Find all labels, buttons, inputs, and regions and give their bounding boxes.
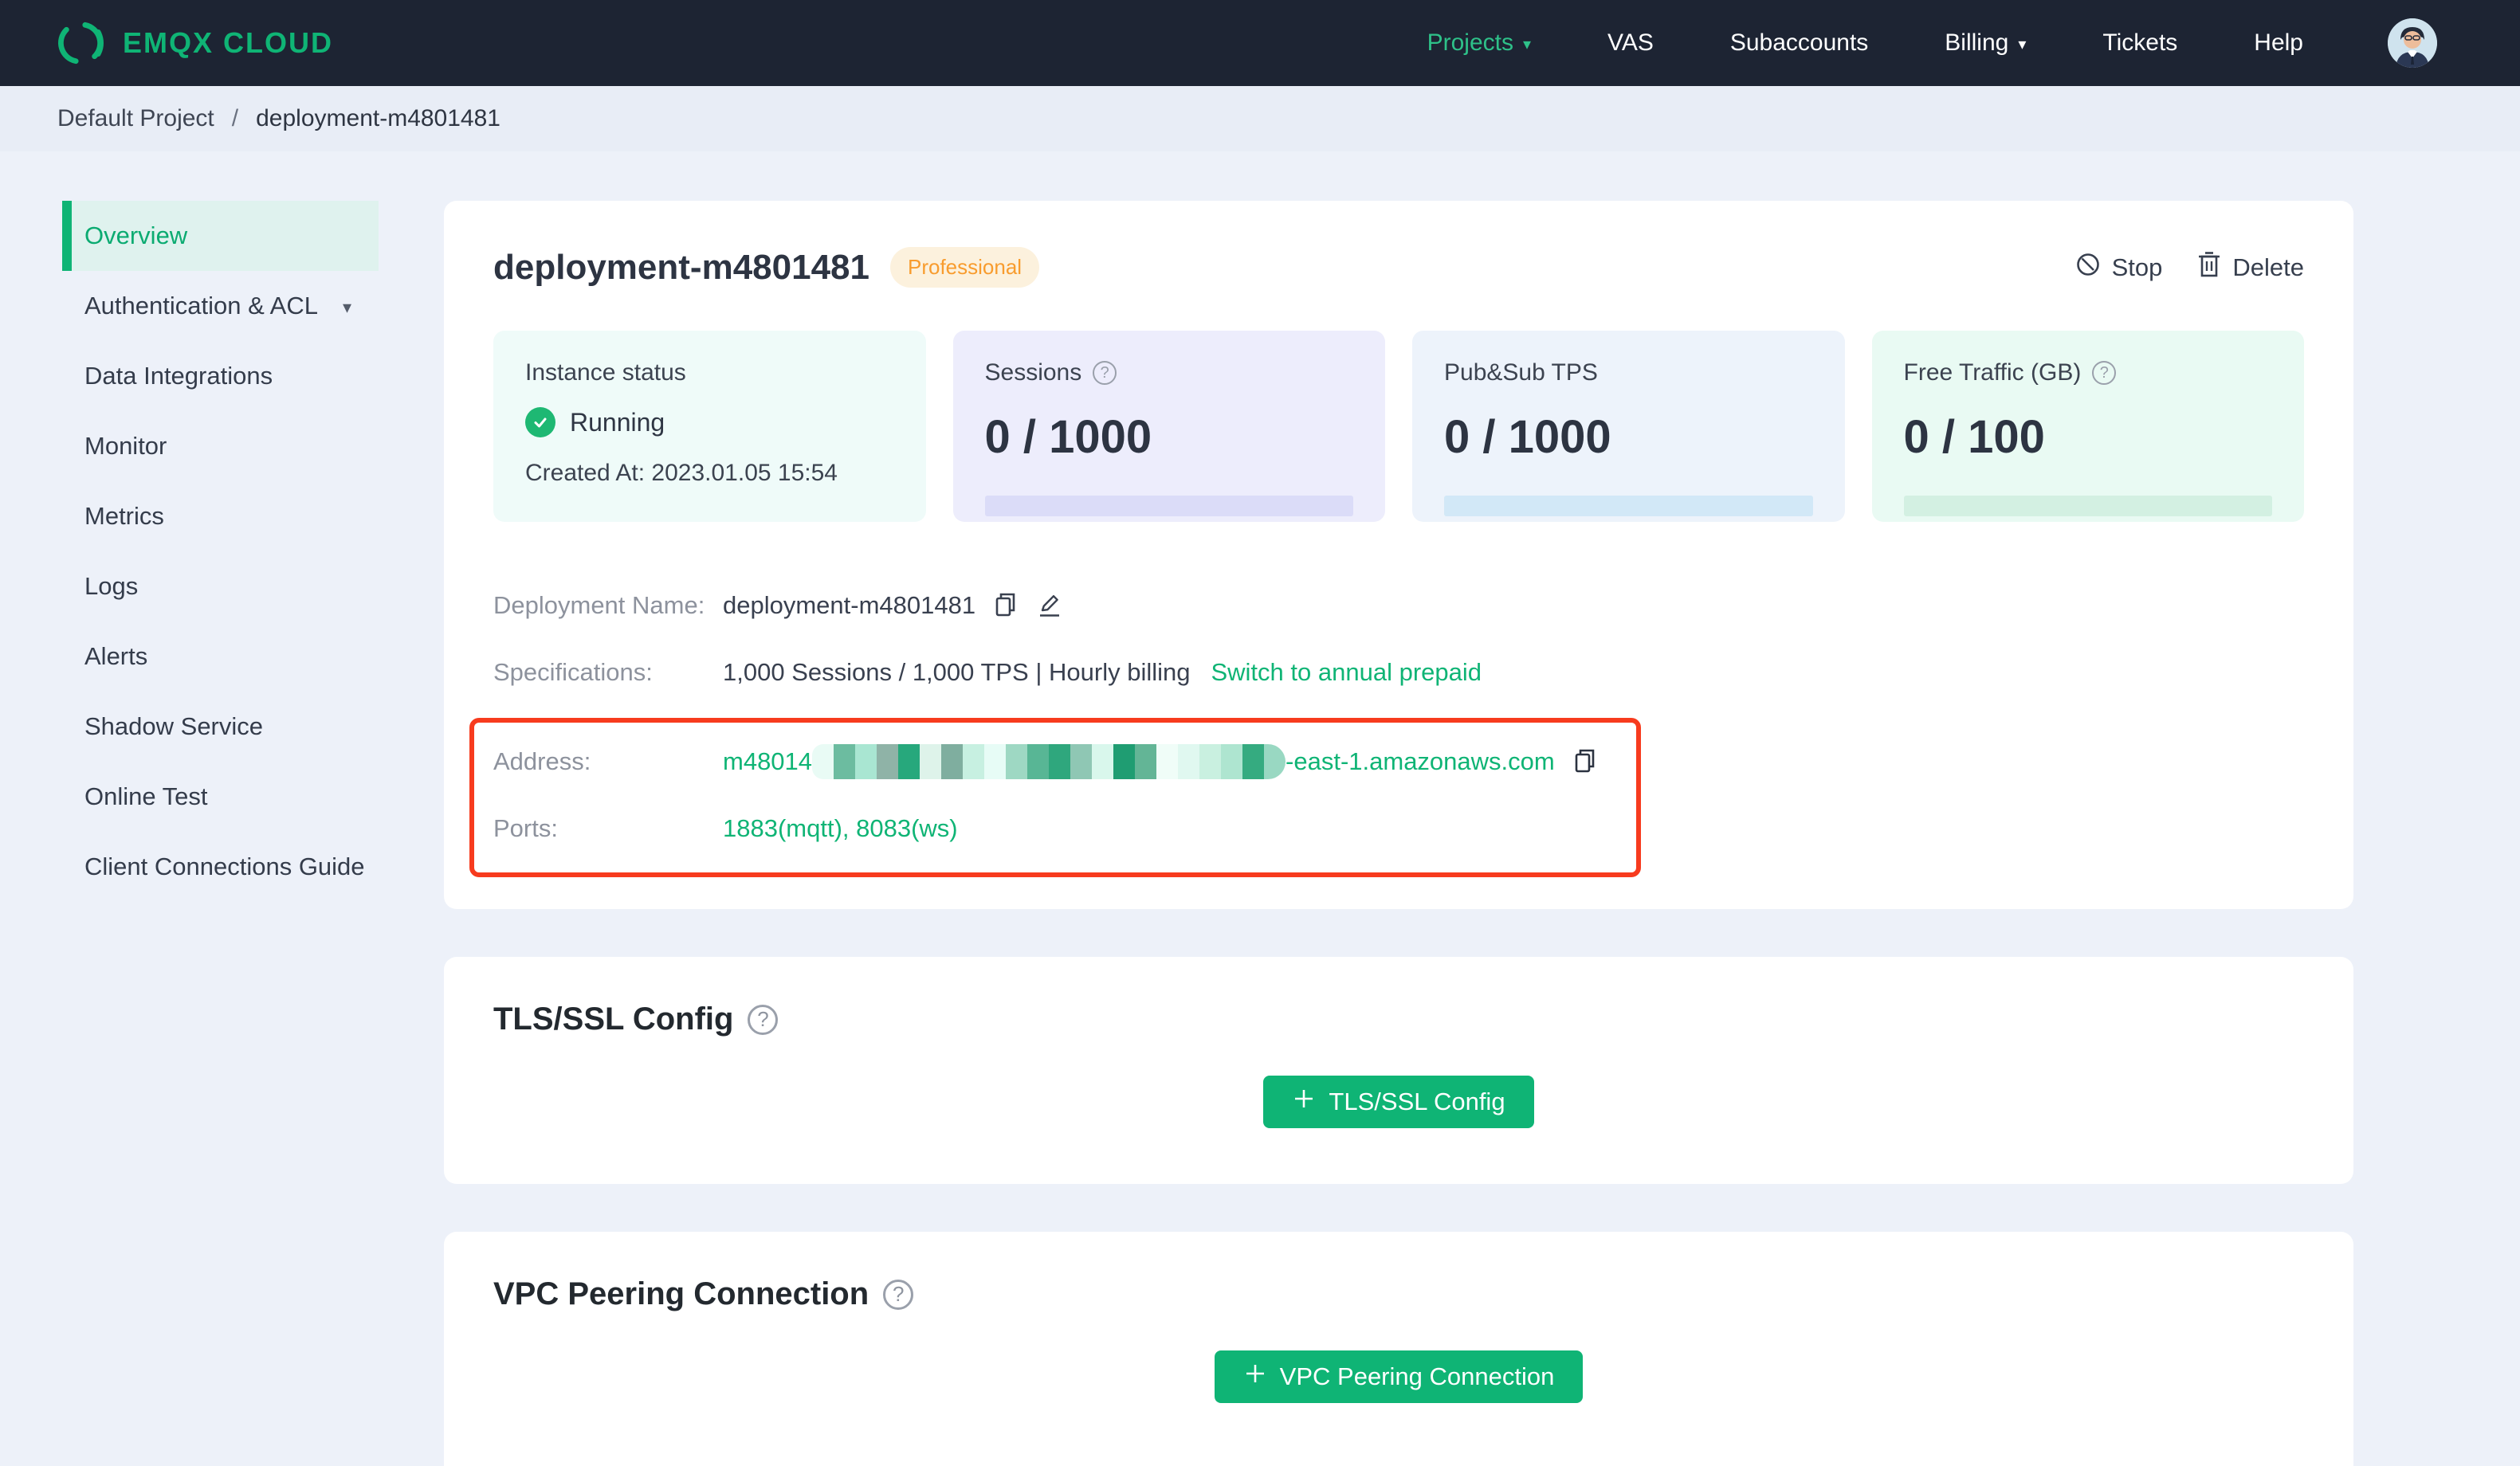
running-check-icon	[525, 407, 555, 437]
plus-icon	[1292, 1087, 1316, 1117]
traffic-help-icon[interactable]: ?	[2092, 361, 2117, 385]
address-label: Address:	[493, 747, 591, 775]
ports-label: Ports:	[493, 814, 558, 842]
trash-icon	[2197, 251, 2221, 284]
ports-value: 1883(mqtt), 8083(ws)	[723, 814, 958, 842]
sidebar-item-overview[interactable]: Overview	[62, 201, 379, 271]
address-redacted	[812, 744, 1286, 779]
deployment-name-value: deployment-m4801481	[723, 591, 976, 619]
nav-item-vas[interactable]: VAS	[1607, 29, 1654, 57]
breadcrumb: Default Project / deployment-m4801481	[0, 86, 2520, 151]
ports-row: Ports: 1883(mqtt), 8083(ws)	[493, 807, 1617, 850]
add-vpc-peering-button[interactable]: VPC Peering Connection	[1214, 1350, 1584, 1403]
top-navbar: EMQX CLOUD Projects ▾ VAS Subaccounts Bil…	[0, 0, 2520, 86]
tls-ssl-config-card: TLS/SSL Config ? TLS/SSL Config	[444, 957, 2353, 1184]
copy-address-button[interactable]	[1572, 747, 1598, 777]
sidebar-item-data-integrations[interactable]: Data Integrations	[62, 341, 379, 411]
traffic-progress-bar	[1903, 496, 2272, 516]
address-row: Address: m48014 -east-1.amazonaws.com	[493, 740, 1617, 783]
address-ports-highlight-box: Address: m48014 -east-1.amazonaws.com Po…	[469, 718, 1641, 877]
tps-value: 0 / 1000	[1444, 411, 1611, 463]
stat-card-sessions: Sessions ? 0 / 1000	[952, 331, 1385, 522]
sessions-title: Sessions	[984, 359, 1082, 386]
vpc-help-icon[interactable]: ?	[883, 1279, 914, 1310]
breadcrumb-current: deployment-m4801481	[256, 105, 500, 131]
sessions-progress-bar	[984, 496, 1353, 516]
address-prefix: m48014	[723, 747, 813, 775]
instance-status-title: Instance status	[525, 359, 686, 386]
vpc-peering-card: VPC Peering Connection ? VPC Peering Con…	[444, 1232, 2353, 1466]
tps-progress-bar	[1444, 496, 1813, 516]
deployment-info: Deployment Name: deployment-m4801481 Spe…	[469, 584, 2304, 877]
sidebar-item-monitor[interactable]: Monitor	[62, 411, 379, 481]
nav-item-help[interactable]: Help	[2254, 29, 2303, 57]
specifications-value: 1,000 Sessions / 1,000 TPS | Hourly bill…	[723, 658, 1191, 686]
sidebar-item-authentication-acl[interactable]: Authentication & ACL ▾	[62, 271, 379, 341]
sidebar-item-online-test[interactable]: Online Test	[62, 762, 379, 832]
sidebar: Overview Authentication & ACL ▾ Data Int…	[0, 151, 379, 902]
breadcrumb-project[interactable]: Default Project	[57, 105, 214, 132]
pencil-icon	[1036, 591, 1063, 621]
deployment-name-label: Deployment Name:	[493, 591, 705, 619]
copy-icon	[1572, 747, 1598, 777]
instance-status-value: Running	[570, 407, 665, 437]
brand-name: EMQX CLOUD	[123, 26, 334, 59]
sessions-help-icon[interactable]: ?	[1093, 361, 1117, 385]
user-avatar[interactable]	[2388, 18, 2437, 68]
plan-badge: Professional	[890, 247, 1040, 288]
tps-title: Pub&Sub TPS	[1444, 359, 1598, 386]
main-content: deployment-m4801481 Professional Stop De…	[444, 151, 2353, 1466]
emqx-logo[interactable]: EMQX CLOUD	[56, 18, 333, 68]
stat-card-instance-status: Instance status Running Created At: 2023…	[493, 331, 926, 522]
sidebar-item-client-connections-guide[interactable]: Client Connections Guide	[62, 832, 379, 902]
deployment-title: deployment-m4801481	[493, 247, 869, 287]
plus-icon	[1243, 1362, 1267, 1392]
delete-button[interactable]: Delete	[2197, 251, 2304, 284]
top-nav-items: Projects ▾ VAS Subaccounts Billing ▾ Ticke…	[1427, 18, 2437, 68]
nav-item-projects[interactable]: Projects ▾	[1427, 29, 1531, 57]
caret-down-icon: ▾	[1522, 36, 1532, 53]
specifications-row: Specifications: 1,000 Sessions / 1,000 T…	[493, 651, 2304, 694]
sessions-value: 0 / 1000	[984, 411, 1152, 463]
caret-down-icon: ▾	[2018, 36, 2027, 53]
stop-icon	[2075, 252, 2101, 284]
nav-item-billing[interactable]: Billing ▾	[1945, 29, 2026, 57]
specifications-label: Specifications:	[493, 658, 653, 686]
traffic-value: 0 / 100	[1903, 411, 2045, 463]
instance-created-at: Created At: 2023.01.05 15:54	[525, 460, 838, 486]
switch-annual-prepaid-link[interactable]: Switch to annual prepaid	[1211, 658, 1482, 687]
nav-item-subaccounts[interactable]: Subaccounts	[1730, 29, 1868, 57]
traffic-title: Free Traffic (GB)	[1903, 359, 2082, 386]
stop-button[interactable]: Stop	[2075, 252, 2162, 284]
stat-card-pubsub-tps: Pub&Sub TPS 0 / 1000	[1412, 331, 1845, 522]
stat-cards: Instance status Running Created At: 2023…	[493, 331, 2304, 522]
sidebar-item-alerts[interactable]: Alerts	[62, 621, 379, 692]
sidebar-item-logs[interactable]: Logs	[62, 551, 379, 621]
deployment-name-row: Deployment Name: deployment-m4801481	[493, 584, 2304, 627]
sidebar-item-metrics[interactable]: Metrics	[62, 481, 379, 551]
sidebar-item-shadow-service[interactable]: Shadow Service	[62, 692, 379, 762]
address-suffix: -east-1.amazonaws.com	[1286, 747, 1555, 775]
add-tls-ssl-config-button[interactable]: TLS/SSL Config	[1263, 1076, 1534, 1128]
tls-section-title: TLS/SSL Config	[493, 1002, 734, 1037]
edit-deployment-name-button[interactable]	[1036, 591, 1063, 621]
copy-icon	[993, 591, 1019, 621]
copy-deployment-name-button[interactable]	[993, 591, 1019, 621]
breadcrumb-separator: /	[231, 105, 239, 131]
nav-item-tickets[interactable]: Tickets	[2102, 29, 2177, 57]
stat-card-free-traffic: Free Traffic (GB) ? 0 / 100	[1871, 331, 2304, 522]
tls-help-icon[interactable]: ?	[748, 1004, 779, 1035]
emqx-logo-icon	[56, 18, 105, 68]
deployment-overview-card: deployment-m4801481 Professional Stop De…	[444, 201, 2353, 909]
vpc-section-title: VPC Peering Connection	[493, 1276, 869, 1311]
caret-down-icon: ▾	[342, 297, 351, 317]
emqx-cloud-page: EMQX CLOUD Projects ▾ VAS Subaccounts Bil…	[0, 0, 2520, 1466]
